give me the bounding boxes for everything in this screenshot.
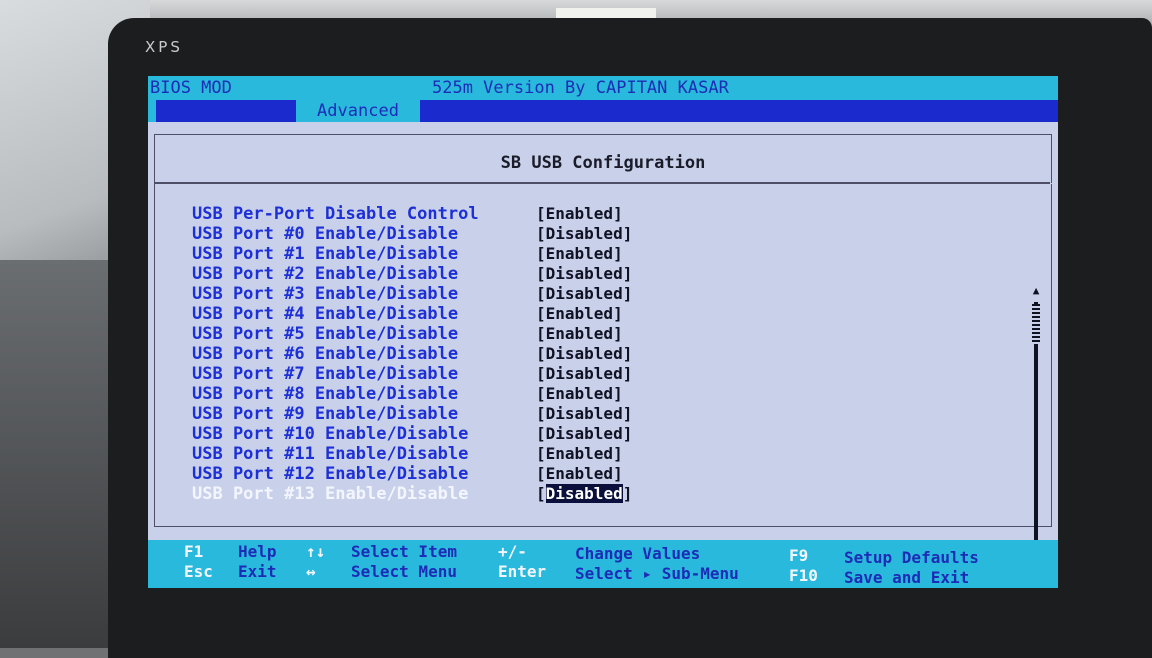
setting-label: USB Port #8 Enable/Disable xyxy=(192,384,459,404)
setting-value[interactable]: [Enabled] xyxy=(536,324,623,343)
setting-label: USB Port #10 Enable/Disable xyxy=(192,424,469,444)
setting-label: USB Port #12 Enable/Disable xyxy=(192,464,469,484)
setting-row-port-1[interactable]: USB Port #1 Enable/Disable [Enabled] xyxy=(192,244,992,264)
setting-value-selected[interactable]: [Disabled] xyxy=(536,484,632,503)
laptop-brand-logo: XPS xyxy=(145,38,183,56)
setting-row-port-3[interactable]: USB Port #3 Enable/Disable [Disabled] xyxy=(192,284,992,304)
setting-row-port-13-selected[interactable]: USB Port #13 Enable/Disable [Disabled] xyxy=(192,484,992,504)
setting-value[interactable]: [Enabled] xyxy=(536,464,623,483)
setting-label: USB Port #13 Enable/Disable xyxy=(192,484,469,504)
setting-value[interactable]: [Disabled] xyxy=(536,344,632,363)
help-desc-f9: Setup Defaults xyxy=(844,548,979,567)
setting-label: USB Port #4 Enable/Disable xyxy=(192,304,459,324)
page-title: SB USB Configuration xyxy=(500,153,706,173)
setting-label: USB Port #2 Enable/Disable xyxy=(192,264,459,284)
setting-value[interactable]: [Disabled] xyxy=(536,284,632,303)
setting-value[interactable]: [Disabled] xyxy=(536,364,632,383)
scrollbar-thumb[interactable] xyxy=(1032,304,1040,344)
setting-row-port-11[interactable]: USB Port #11 Enable/Disable [Enabled] xyxy=(192,444,992,464)
setting-row-port-0[interactable]: USB Port #0 Enable/Disable [Disabled] xyxy=(192,224,992,244)
tab-advanced[interactable]: Advanced xyxy=(296,100,420,122)
setting-value[interactable]: [Disabled] xyxy=(536,424,632,443)
setting-row-port-5[interactable]: USB Port #5 Enable/Disable [Enabled] xyxy=(192,324,992,344)
settings-panel: SB USB Configuration USB Per-Port Disabl… xyxy=(148,122,1058,577)
setting-label: USB Port #0 Enable/Disable xyxy=(192,224,459,244)
setting-row-per-port-control[interactable]: USB Per-Port Disable Control [Enabled] xyxy=(192,204,992,224)
setting-value[interactable]: [Enabled] xyxy=(536,384,623,403)
setting-value[interactable]: [Disabled] xyxy=(536,404,632,423)
scroll-up-arrow-icon[interactable]: ▲ xyxy=(1030,284,1042,297)
help-key-esc: Esc xyxy=(184,562,213,581)
bios-screen: BIOS MOD 525m Version By CAPITAN KASAR A… xyxy=(148,76,1058,588)
setting-label: USB Port #6 Enable/Disable xyxy=(192,344,459,364)
setting-label: USB Port #5 Enable/Disable xyxy=(192,324,459,344)
help-key-enter: Enter xyxy=(498,562,547,581)
setting-row-port-9[interactable]: USB Port #9 Enable/Disable [Disabled] xyxy=(192,404,992,424)
help-desc-plusminus: Change Values xyxy=(575,544,701,563)
help-key-f9: F9 xyxy=(789,546,809,565)
setting-label: USB Port #7 Enable/Disable xyxy=(192,364,459,384)
help-key-plusminus: +/- xyxy=(498,542,527,561)
help-key-updown: ↑↓ xyxy=(306,542,326,561)
bios-mod-label: BIOS MOD xyxy=(150,78,232,98)
setting-row-port-12[interactable]: USB Port #12 Enable/Disable [Enabled] xyxy=(192,464,992,484)
setting-value[interactable]: [Enabled] xyxy=(536,444,623,463)
help-key-leftright: ↔ xyxy=(306,562,316,581)
help-key-f1: F1 xyxy=(184,542,204,561)
tab-bar-edge xyxy=(148,100,156,122)
setting-value[interactable]: [Enabled] xyxy=(536,204,623,223)
help-desc-esc: Exit xyxy=(238,562,277,581)
setting-label: USB Port #11 Enable/Disable xyxy=(192,444,469,464)
help-bar: F1 Help Esc Exit ↑↓ Select Item ↔ Select… xyxy=(148,540,1058,588)
help-desc-updown: Select Item xyxy=(351,542,457,561)
laptop-bezel-bottom xyxy=(148,588,1058,648)
help-desc-f10: Save and Exit xyxy=(844,568,970,587)
help-desc-enter: Select ▸ Sub-Menu xyxy=(575,564,739,583)
setting-value[interactable]: [Enabled] xyxy=(536,244,623,263)
help-desc-leftright: Select Menu xyxy=(351,562,457,581)
setting-row-port-2[interactable]: USB Port #2 Enable/Disable [Disabled] xyxy=(192,264,992,284)
setting-row-port-8[interactable]: USB Port #8 Enable/Disable [Enabled] xyxy=(192,384,992,404)
setting-label: USB Port #1 Enable/Disable xyxy=(192,244,459,264)
setting-label: USB Per-Port Disable Control xyxy=(192,204,479,224)
tab-bar: Advanced xyxy=(148,100,1058,122)
bios-title-bar: BIOS MOD 525m Version By CAPITAN KASAR xyxy=(148,76,1058,100)
setting-row-port-4[interactable]: USB Port #4 Enable/Disable [Enabled] xyxy=(192,304,992,324)
highlighted-value: Disabled xyxy=(545,484,623,503)
setting-row-port-10[interactable]: USB Port #10 Enable/Disable [Disabled] xyxy=(192,424,992,444)
help-key-f10: F10 xyxy=(789,566,818,585)
setting-value[interactable]: [Disabled] xyxy=(536,264,632,283)
bios-version-label: 525m Version By CAPITAN KASAR xyxy=(432,78,729,98)
setting-row-port-7[interactable]: USB Port #7 Enable/Disable [Disabled] xyxy=(192,364,992,384)
setting-value[interactable]: [Disabled] xyxy=(536,224,632,243)
setting-value[interactable]: [Enabled] xyxy=(536,304,623,323)
setting-label: USB Port #3 Enable/Disable xyxy=(192,284,459,304)
bracket-open: [ xyxy=(536,484,546,503)
title-frame: SB USB Configuration xyxy=(154,134,1052,183)
bracket-close: ] xyxy=(622,484,633,503)
help-desc-f1: Help xyxy=(238,542,277,561)
setting-row-port-6[interactable]: USB Port #6 Enable/Disable [Disabled] xyxy=(192,344,992,364)
setting-label: USB Port #9 Enable/Disable xyxy=(192,404,459,424)
